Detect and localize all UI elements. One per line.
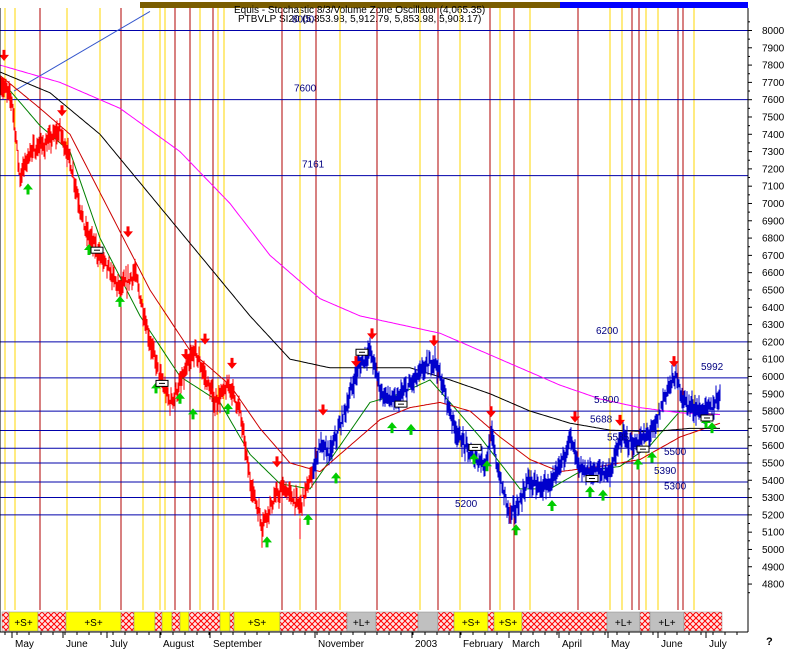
y-tick-label: 5700 (762, 424, 785, 435)
level-label: 5500 (664, 447, 687, 458)
band-segment (188, 611, 221, 632)
band-segment (417, 611, 439, 632)
y-tick-label: 7500 (762, 112, 785, 123)
x-tick-label: June (661, 639, 683, 649)
band-label: +S+ (14, 618, 33, 629)
y-tick-label: 7100 (762, 182, 785, 193)
y-tick-label: 6300 (762, 320, 785, 331)
y-tick-label: 6100 (762, 355, 785, 366)
y-tick-label: 6400 (762, 303, 785, 314)
level-label: 5992 (701, 362, 724, 373)
y-tick-label: 6700 (762, 251, 785, 262)
x-tick-label: June (66, 639, 88, 649)
band-segment (133, 611, 156, 632)
band-label: +L+ (658, 618, 675, 629)
level-label: 5200 (455, 499, 478, 510)
band-label: +S+ (462, 618, 481, 629)
y-tick-label: 5800 (762, 407, 785, 418)
y-tick-label: 5000 (762, 545, 785, 556)
level-label: 7161 (302, 160, 325, 171)
level-label: 5585 (607, 432, 630, 443)
corner-mark: ? (766, 636, 773, 648)
y-tick-label: 6600 (762, 268, 785, 279)
x-tick-label: 2003 (415, 639, 438, 649)
band-segment (37, 611, 67, 632)
level-label: 5390 (654, 466, 677, 477)
x-tick-label: July (709, 639, 727, 649)
band-label: +S+ (248, 618, 267, 629)
y-tick-label: 7700 (762, 78, 785, 89)
band-label: +L+ (615, 618, 632, 629)
band-segment (683, 611, 723, 632)
x-tick-label: February (463, 639, 503, 649)
y-tick-label: 7300 (762, 147, 785, 158)
y-tick-label: 7600 (762, 95, 785, 106)
band-segment (161, 611, 173, 632)
y-tick-label: 4900 (762, 562, 785, 573)
band-segment (437, 611, 455, 632)
band-label: +S+ (499, 618, 518, 629)
y-tick-label: 5400 (762, 476, 785, 487)
band-label: +L+ (353, 618, 370, 629)
chart-canvas: Equis - Stochastic 8/3/Volume Zone Oscil… (0, 0, 794, 649)
background (0, 0, 794, 649)
x-tick-label: November (318, 639, 365, 649)
band-segment (1, 611, 10, 632)
level-label: 7600 (294, 84, 317, 95)
signal-band: +S+ +S+ +S+ +L+ +S+ +S+ +L+ +L+ (1, 611, 723, 632)
level-label: 8000 (292, 14, 315, 25)
band-segment (521, 611, 608, 632)
y-tick-label: 6800 (762, 234, 785, 245)
y-tick-label: 5100 (762, 528, 785, 539)
y-tick-label: 8000 (762, 26, 785, 37)
band-segment (179, 611, 190, 632)
x-tick-label: March (512, 639, 540, 649)
y-tick-label: 5300 (762, 493, 785, 504)
y-tick-label: 7000 (762, 199, 785, 210)
band-segment (279, 611, 348, 632)
level-label: 5300 (664, 482, 687, 493)
level-label: 6200 (596, 326, 619, 337)
band-label: +S+ (84, 618, 103, 629)
y-tick-label: 7900 (762, 43, 785, 54)
security-title: PTBVLP SI20 (5,853.98, 5,912.79, 5,853.9… (238, 14, 481, 25)
y-tick-label: 6000 (762, 372, 785, 383)
x-tick-label: May (611, 639, 630, 649)
level-label: 5.800 (594, 395, 619, 406)
x-tick-label: September (213, 639, 263, 649)
y-tick-label: 7400 (762, 130, 785, 141)
y-tick-label: 5600 (762, 441, 785, 452)
band-segment (487, 611, 495, 632)
level-label: 5688 (590, 414, 613, 425)
band-segment (154, 611, 163, 632)
x-tick-label: August (163, 639, 194, 649)
y-tick-label: 7200 (762, 164, 785, 175)
band-segment (219, 611, 231, 632)
y-tick-label: 6200 (762, 337, 785, 348)
y-tick-label: 7800 (762, 61, 785, 72)
band-segment (229, 611, 235, 632)
x-tick-label: May (15, 639, 34, 649)
band-segment (639, 611, 651, 632)
y-tick-label: 5500 (762, 458, 785, 469)
y-tick-label: 6900 (762, 216, 785, 227)
x-tick-label: July (110, 639, 128, 649)
y-tick-label: 5900 (762, 389, 785, 400)
y-tick-label: 6500 (762, 285, 785, 296)
y-tick-label: 4800 (762, 580, 785, 591)
band-segment (171, 611, 181, 632)
band-segment (120, 611, 135, 632)
band-segment (375, 611, 419, 632)
y-tick-label: 5200 (762, 510, 785, 521)
x-tick-label: April (562, 639, 582, 649)
